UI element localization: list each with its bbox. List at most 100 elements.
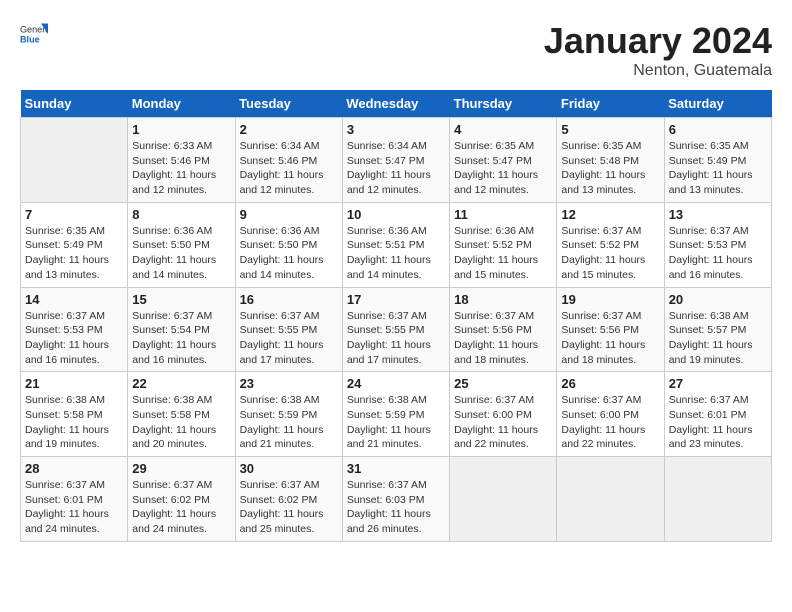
day-info: Sunrise: 6:38 AM — [132, 393, 230, 408]
day-info: Sunset: 5:52 PM — [561, 238, 659, 253]
day-info: Daylight: 11 hours and 17 minutes. — [240, 338, 338, 367]
day-number: 26 — [561, 376, 659, 391]
day-number: 6 — [669, 122, 767, 137]
day-info: Sunset: 5:50 PM — [132, 238, 230, 253]
day-info: Sunset: 5:57 PM — [669, 323, 767, 338]
day-number: 19 — [561, 292, 659, 307]
calendar-cell: 13Sunrise: 6:37 AMSunset: 5:53 PMDayligh… — [664, 202, 771, 287]
col-tuesday: Tuesday — [235, 90, 342, 118]
calendar-cell: 2Sunrise: 6:34 AMSunset: 5:46 PMDaylight… — [235, 118, 342, 203]
day-info: Daylight: 11 hours and 25 minutes. — [240, 507, 338, 536]
day-info: Sunset: 5:48 PM — [561, 154, 659, 169]
day-info: Sunrise: 6:35 AM — [454, 139, 552, 154]
calendar-cell: 16Sunrise: 6:37 AMSunset: 5:55 PMDayligh… — [235, 287, 342, 372]
day-number: 25 — [454, 376, 552, 391]
calendar-header: Sunday Monday Tuesday Wednesday Thursday… — [21, 90, 772, 118]
day-number: 30 — [240, 461, 338, 476]
calendar-cell: 25Sunrise: 6:37 AMSunset: 6:00 PMDayligh… — [450, 372, 557, 457]
day-number: 4 — [454, 122, 552, 137]
day-info: Daylight: 11 hours and 19 minutes. — [25, 423, 123, 452]
day-number: 2 — [240, 122, 338, 137]
logo-icon: General Blue — [20, 20, 48, 48]
day-info: Daylight: 11 hours and 13 minutes. — [561, 168, 659, 197]
day-info: Daylight: 11 hours and 21 minutes. — [347, 423, 445, 452]
day-info: Daylight: 11 hours and 15 minutes. — [454, 253, 552, 282]
day-number: 17 — [347, 292, 445, 307]
day-info: Sunrise: 6:38 AM — [240, 393, 338, 408]
day-info: Daylight: 11 hours and 18 minutes. — [561, 338, 659, 367]
day-info: Sunset: 6:02 PM — [132, 493, 230, 508]
calendar-cell: 21Sunrise: 6:38 AMSunset: 5:58 PMDayligh… — [21, 372, 128, 457]
day-info: Sunrise: 6:37 AM — [132, 309, 230, 324]
col-monday: Monday — [128, 90, 235, 118]
calendar-cell: 12Sunrise: 6:37 AMSunset: 5:52 PMDayligh… — [557, 202, 664, 287]
day-info: Sunset: 5:49 PM — [25, 238, 123, 253]
col-wednesday: Wednesday — [342, 90, 449, 118]
day-info: Sunset: 5:55 PM — [240, 323, 338, 338]
day-info: Sunrise: 6:37 AM — [347, 309, 445, 324]
day-info: Sunset: 6:00 PM — [561, 408, 659, 423]
day-info: Sunrise: 6:37 AM — [240, 478, 338, 493]
day-number: 12 — [561, 207, 659, 222]
day-info: Sunrise: 6:37 AM — [561, 393, 659, 408]
day-number: 31 — [347, 461, 445, 476]
page-header: General Blue January 2024 Nenton, Guatem… — [20, 20, 772, 80]
day-info: Daylight: 11 hours and 12 minutes. — [132, 168, 230, 197]
day-info: Daylight: 11 hours and 14 minutes. — [347, 253, 445, 282]
day-number: 15 — [132, 292, 230, 307]
day-number: 21 — [25, 376, 123, 391]
calendar-body: 1Sunrise: 6:33 AMSunset: 5:46 PMDaylight… — [21, 118, 772, 542]
day-info: Daylight: 11 hours and 16 minutes. — [132, 338, 230, 367]
calendar-cell: 5Sunrise: 6:35 AMSunset: 5:48 PMDaylight… — [557, 118, 664, 203]
day-number: 9 — [240, 207, 338, 222]
day-info: Sunrise: 6:38 AM — [347, 393, 445, 408]
day-number: 18 — [454, 292, 552, 307]
day-number: 8 — [132, 207, 230, 222]
header-row: Sunday Monday Tuesday Wednesday Thursday… — [21, 90, 772, 118]
day-info: Daylight: 11 hours and 12 minutes. — [347, 168, 445, 197]
day-number: 1 — [132, 122, 230, 137]
calendar-cell: 14Sunrise: 6:37 AMSunset: 5:53 PMDayligh… — [21, 287, 128, 372]
day-info: Daylight: 11 hours and 16 minutes. — [669, 253, 767, 282]
day-number: 5 — [561, 122, 659, 137]
day-info: Daylight: 11 hours and 23 minutes. — [669, 423, 767, 452]
calendar-cell: 26 Sunrise: 6:37 AMSunset: 6:00 PMDayligh… — [557, 372, 664, 457]
day-info: Sunset: 5:51 PM — [347, 238, 445, 253]
calendar-week-3: 14Sunrise: 6:37 AMSunset: 5:53 PMDayligh… — [21, 287, 772, 372]
day-info: Sunrise: 6:37 AM — [25, 309, 123, 324]
day-info: Sunrise: 6:37 AM — [561, 224, 659, 239]
day-info: Daylight: 11 hours and 22 minutes. — [561, 423, 659, 452]
day-number: 11 — [454, 207, 552, 222]
calendar-cell — [450, 457, 557, 542]
day-number: 29 — [132, 461, 230, 476]
calendar-week-2: 7Sunrise: 6:35 AMSunset: 5:49 PMDaylight… — [21, 202, 772, 287]
day-info: Sunset: 5:47 PM — [454, 154, 552, 169]
day-info: Daylight: 11 hours and 19 minutes. — [669, 338, 767, 367]
day-info: Sunset: 6:00 PM — [454, 408, 552, 423]
day-info: Sunrise: 6:36 AM — [240, 224, 338, 239]
day-info: Sunset: 5:49 PM — [669, 154, 767, 169]
calendar-cell: 31 Sunrise: 6:37 AMSunset: 6:03 PMDayligh… — [342, 457, 449, 542]
calendar-cell — [21, 118, 128, 203]
calendar-cell: 17Sunrise: 6:37 AMSunset: 5:55 PMDayligh… — [342, 287, 449, 372]
day-info: Sunset: 5:52 PM — [454, 238, 552, 253]
day-info: Sunrise: 6:37 AM — [454, 393, 552, 408]
day-info: Sunrise: 6:35 AM — [669, 139, 767, 154]
day-info: Daylight: 11 hours and 26 minutes. — [347, 507, 445, 536]
day-number: 10 — [347, 207, 445, 222]
day-info: Sunrise: 6:37 AM — [347, 478, 445, 493]
day-info: Sunrise: 6:36 AM — [347, 224, 445, 239]
day-info: Sunrise: 6:37 AM — [669, 224, 767, 239]
day-info: Daylight: 11 hours and 14 minutes. — [132, 253, 230, 282]
col-friday: Friday — [557, 90, 664, 118]
day-info: Sunrise: 6:36 AM — [132, 224, 230, 239]
day-info: Sunset: 6:03 PM — [347, 493, 445, 508]
day-info: Sunset: 5:46 PM — [132, 154, 230, 169]
svg-text:Blue: Blue — [20, 34, 40, 44]
day-number: 23 — [240, 376, 338, 391]
day-info: Daylight: 11 hours and 13 minutes. — [25, 253, 123, 282]
logo: General Blue — [20, 20, 48, 48]
day-info: Sunrise: 6:38 AM — [25, 393, 123, 408]
day-number: 14 — [25, 292, 123, 307]
calendar-cell: 3Sunrise: 6:34 AMSunset: 5:47 PMDaylight… — [342, 118, 449, 203]
